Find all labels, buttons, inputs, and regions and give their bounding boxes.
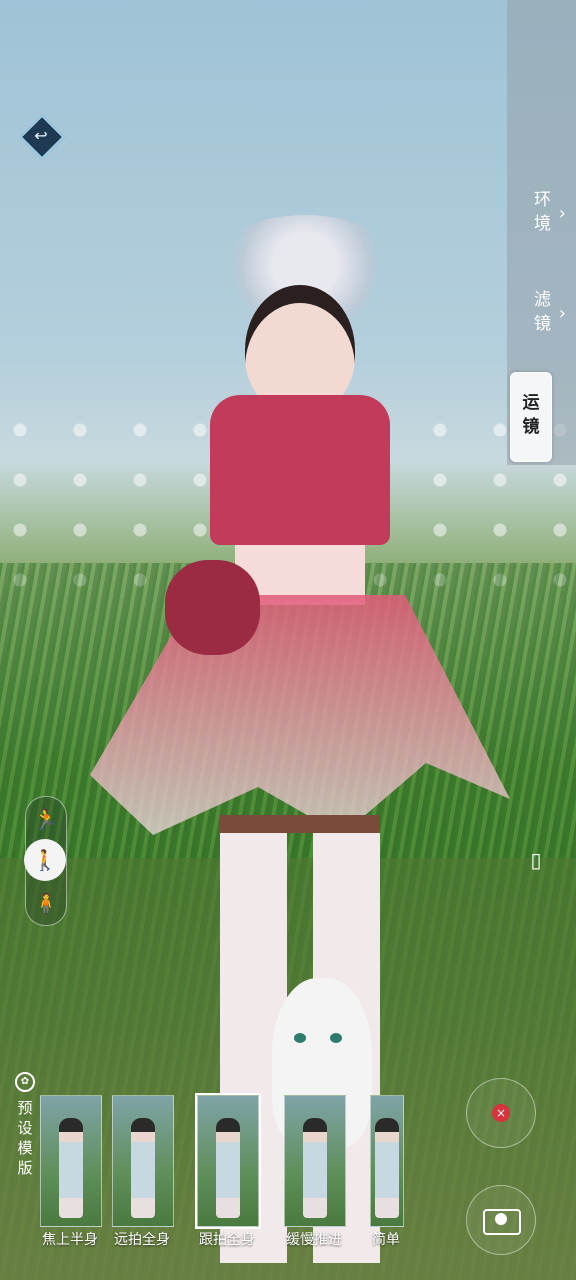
- back-button[interactable]: ↩: [19, 114, 65, 160]
- preset-figure: [375, 1118, 399, 1218]
- preset-figure: [216, 1118, 240, 1218]
- walking-figure-icon[interactable]: 🚶: [24, 839, 66, 881]
- back-arrow-icon: ↩: [34, 126, 48, 145]
- side-item-environment[interactable]: 环 境 ›: [515, 188, 570, 258]
- camera-lens-icon: [495, 1213, 507, 1225]
- preset-template-header: ✿ 预设模版: [14, 1072, 36, 1178]
- motion-mode-selector: 🏃 🚶 🧍: [24, 796, 67, 926]
- preset-label: 跟拍全身: [199, 1232, 255, 1248]
- chevron-right-icon: ›: [558, 203, 566, 224]
- orientation-icon[interactable]: ▯: [523, 847, 549, 873]
- preset-label: 缓慢推进: [286, 1232, 342, 1248]
- preset-thumbnail-selected[interactable]: [195, 1093, 261, 1229]
- camera-settings-panel: 环 境 › 滤 镜 › 运 镜: [507, 0, 576, 465]
- side-item-label: 运: [522, 393, 540, 413]
- side-item-filter[interactable]: 滤 镜 ›: [515, 288, 570, 358]
- preset-label: 简单: [372, 1232, 400, 1248]
- camera-button[interactable]: [466, 1185, 536, 1255]
- preset-figure: [131, 1118, 155, 1218]
- cat-eye: [330, 1033, 342, 1043]
- preset-thumbnail[interactable]: [40, 1095, 102, 1227]
- preset-figure: [59, 1118, 83, 1218]
- preset-label: 远拍全身: [114, 1232, 170, 1248]
- preset-thumbnail[interactable]: [284, 1095, 346, 1227]
- preset-figure: [303, 1118, 327, 1218]
- cat-eye: [294, 1033, 306, 1043]
- preset-label: 焦上半身: [42, 1232, 98, 1248]
- running-figure-icon[interactable]: 🏃: [26, 799, 66, 839]
- preset-thumbnail[interactable]: [370, 1095, 404, 1227]
- character-skirt: [90, 595, 510, 835]
- preset-header-label: 预设模版: [17, 1099, 33, 1177]
- character-top: [210, 395, 390, 545]
- preset-icon: ✿: [15, 1072, 35, 1092]
- record-button[interactable]: ×: [466, 1078, 536, 1148]
- record-icon: ×: [492, 1104, 510, 1122]
- chevron-right-icon: ›: [558, 303, 566, 324]
- standing-figure-icon[interactable]: 🧍: [26, 883, 66, 923]
- preset-thumbnail[interactable]: [112, 1095, 174, 1227]
- side-item-label: 镜: [522, 417, 540, 437]
- character-bear-accessory: [165, 560, 260, 655]
- side-item-camera-movement[interactable]: 运 镜: [510, 372, 552, 462]
